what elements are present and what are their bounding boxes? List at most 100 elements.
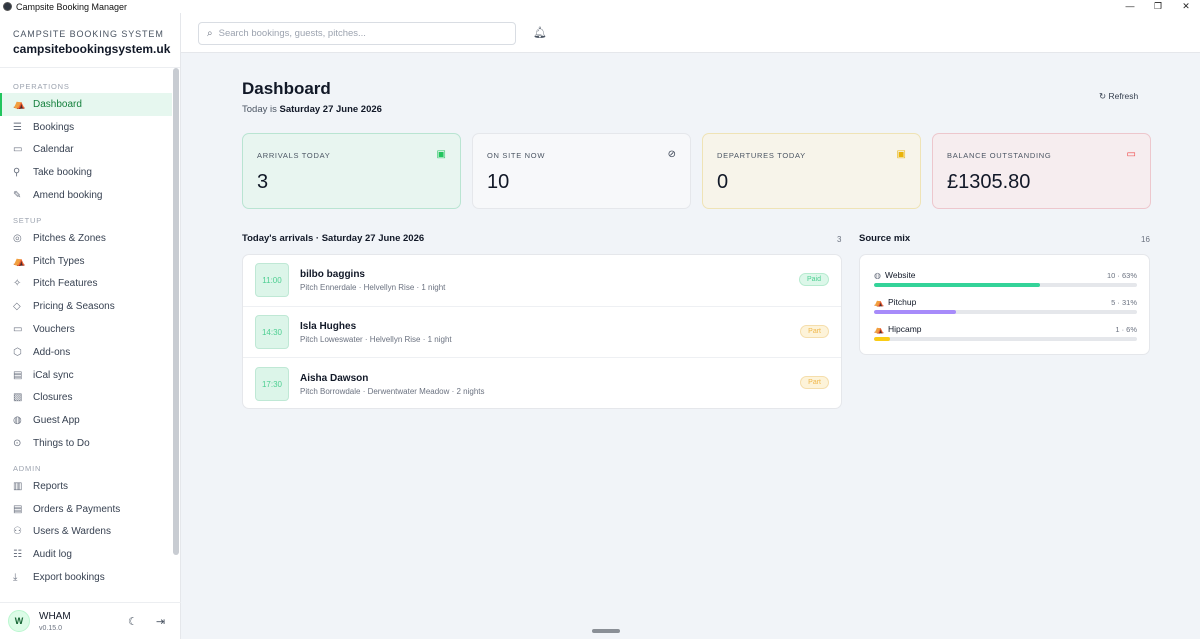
drag-handle[interactable]: [592, 629, 620, 633]
arrival-row[interactable]: 14:30 Isla Hughes Pitch Loweswater · Hel…: [243, 307, 841, 359]
sidebar-item-label: Closures: [33, 392, 73, 404]
sidebar-item-label: Export bookings: [33, 572, 105, 584]
source-name: Hipcamp: [887, 324, 922, 334]
arrivals-list: 11:00 bilbo baggins Pitch Ennerdale · He…: [242, 254, 842, 409]
source-bar-track: [874, 283, 1137, 287]
window-title: Campsite Booking Manager: [16, 1, 128, 12]
sidebar-item-label: Pitch Features: [33, 278, 98, 290]
calendar-check-icon: ▣: [436, 149, 446, 160]
refresh-button[interactable]: ↻ Refresh: [1099, 91, 1138, 102]
arrival-detail: Pitch Borrowdale · Derwentwater Meadow ·…: [300, 386, 485, 396]
stat-label: BALANCE OUTSTANDING: [947, 151, 1052, 160]
sidebar-item-pricing-seasons[interactable]: ◇ Pricing & Seasons: [0, 295, 172, 318]
sidebar-item-orders-payments[interactable]: ▤ Orders & Payments: [0, 498, 172, 521]
source-count: 1 · 6%: [1115, 325, 1137, 334]
sidebar-item-label: Add-ons: [33, 346, 71, 358]
avatar[interactable]: W: [8, 610, 30, 632]
sidebar-item-pitch-features[interactable]: ✧ Pitch Features: [0, 273, 172, 296]
sidebar-item-ical-sync[interactable]: ▤ iCal sync: [0, 364, 172, 387]
user-block: WHAM v0.15.0: [39, 611, 71, 632]
brand: CAMPSITE BOOKING SYSTEM campsitebookings…: [0, 13, 180, 68]
sidebar-item-guest-app[interactable]: ◍ Guest App: [0, 409, 172, 432]
logout-icon[interactable]: ⇥: [156, 615, 165, 628]
brand-domain: campsitebookingsystem.uk: [13, 42, 171, 56]
source-bar-fill: [874, 337, 890, 341]
sidebar-item-label: Bookings: [33, 121, 75, 133]
arrival-detail: Pitch Ennerdale · Helvellyn Rise · 1 nig…: [300, 282, 446, 292]
source-bar-track: [874, 310, 1137, 314]
sidebar-item-bookings[interactable]: ☰ Bookings: [0, 116, 172, 139]
close-button[interactable]: ✕: [1172, 0, 1200, 13]
sidebar-item-reports[interactable]: ▥ Reports: [0, 475, 172, 498]
status-badge: Paid: [798, 273, 829, 286]
stat-value: 3: [257, 171, 269, 193]
stat-card-departures-today[interactable]: DEPARTURES TODAY 0 ▣: [702, 133, 921, 209]
edit-icon: ✎: [13, 190, 22, 202]
sidebar-item-users-wardens[interactable]: ⚇ Users & Wardens: [0, 521, 172, 544]
section-label-setup: SETUP: [13, 215, 43, 225]
check-circle-icon: ⊘: [667, 149, 676, 160]
app-version: v0.15.0: [39, 624, 62, 632]
stat-card-on-site-now[interactable]: ON SITE NOW 10 ⊘: [472, 133, 691, 209]
sidebar-item-pitches-zones[interactable]: ◎ Pitches & Zones: [0, 227, 172, 250]
stat-card-balance-outstanding[interactable]: BALANCE OUTSTANDING £1305.80 ▭: [932, 133, 1151, 209]
sidebar-scrollbar[interactable]: [173, 68, 179, 555]
sidebar-item-vouchers[interactable]: ▭ Vouchers: [0, 318, 172, 341]
stat-value: 10: [487, 171, 510, 193]
users-icon: ⚇: [13, 526, 22, 538]
tent-icon: ⛺: [13, 255, 26, 267]
moon-icon[interactable]: ☾: [128, 615, 138, 628]
download-icon: ⤓: [13, 572, 18, 584]
sparkle-icon: ✧: [13, 278, 22, 290]
user-plus-icon: ⚲: [13, 167, 21, 179]
source-bar-track: [874, 337, 1137, 341]
search-icon: ⌕: [207, 28, 213, 39]
arrival-time: 17:30: [255, 367, 289, 402]
user-name: WHAM: [39, 610, 71, 622]
stat-label: ARRIVALS TODAY: [257, 151, 331, 160]
stat-card-arrivals-today[interactable]: ARRIVALS TODAY 3 ▣: [242, 133, 461, 209]
maximize-button[interactable]: ❐: [1144, 0, 1172, 13]
arrival-row[interactable]: 17:30 Aisha Dawson Pitch Borrowdale · De…: [243, 358, 841, 408]
ticket-icon: ▭: [13, 324, 23, 336]
list-check-icon: ☷: [13, 549, 22, 561]
today-date: Saturday 27 June 2026: [279, 104, 382, 115]
sidebar-item-label: iCal sync: [33, 369, 74, 381]
sidebar-item-label: Amend booking: [33, 190, 103, 202]
arrival-detail: Pitch Loweswater · Helvellyn Rise · 1 ni…: [300, 334, 452, 344]
bell-icon[interactable]: 🔔︎: [533, 26, 547, 39]
sidebar-item-calendar[interactable]: ▭ Calendar: [0, 139, 172, 162]
sidebar-item-label: Orders & Payments: [33, 503, 121, 515]
bar-chart-icon: ▥: [13, 480, 23, 492]
today-prefix: Today is: [242, 104, 277, 115]
arrivals-count: 3: [837, 235, 842, 244]
window-controls: — ❐ ✕: [1116, 0, 1200, 13]
sidebar-item-export-bookings[interactable]: ⤓ Export bookings: [0, 566, 172, 589]
credit-card-icon: ▭: [1126, 149, 1136, 160]
sidebar-item-closures[interactable]: ▧ Closures: [0, 387, 172, 410]
source-bar-fill: [874, 283, 1040, 287]
page-title: Dashboard: [242, 79, 331, 98]
sidebar-item-label: Pitch Types: [33, 255, 85, 267]
sidebar: CAMPSITE BOOKING SYSTEM campsitebookings…: [0, 13, 181, 639]
minimize-button[interactable]: —: [1116, 0, 1144, 13]
brand-kicker: CAMPSITE BOOKING SYSTEM: [13, 29, 164, 39]
refresh-icon: ↻: [1099, 91, 1107, 101]
sidebar-item-take-booking[interactable]: ⚲ Take booking: [0, 161, 172, 184]
sidebar-item-pitch-types[interactable]: ⛺ Pitch Types: [0, 250, 172, 273]
arrival-row[interactable]: 11:00 bilbo baggins Pitch Ennerdale · He…: [243, 255, 841, 307]
source-bar-fill: [874, 310, 956, 314]
sidebar-item-things-to-do[interactable]: ⊙ Things to Do: [0, 432, 172, 455]
sidebar-item-add-ons[interactable]: ⬡ Add-ons: [0, 341, 172, 364]
sidebar-footer: W WHAM v0.15.0 ☾ ⇥: [0, 602, 181, 639]
sidebar-item-label: Audit log: [33, 549, 72, 561]
tent-icon: ⛺: [874, 325, 884, 334]
sidebar-item-amend-booking[interactable]: ✎ Amend booking: [0, 184, 172, 207]
search-input[interactable]: ⌕ Search bookings, guests, pitches...: [198, 22, 516, 45]
sidebar-item-dashboard[interactable]: ⛺ Dashboard: [0, 93, 172, 116]
app-icon: [3, 2, 12, 11]
sidebar-item-audit-log[interactable]: ☷ Audit log: [0, 543, 172, 566]
window-titlebar: Campsite Booking Manager — ❐ ✕: [0, 0, 1200, 13]
source-name: Pitchup: [887, 297, 917, 307]
sidebar-item-label: Calendar: [33, 144, 74, 156]
